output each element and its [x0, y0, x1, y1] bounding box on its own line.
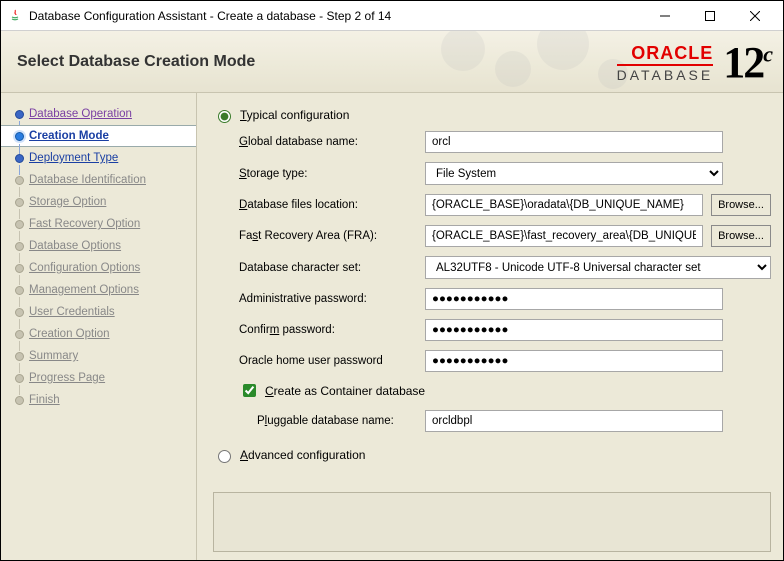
admin-pw-input[interactable]: [425, 288, 723, 310]
wizard-header: Select Database Creation Mode ORACLE DAT…: [1, 31, 783, 93]
gears-decoration: [423, 31, 643, 93]
fra-label: Fast Recovery Area (FRA):: [239, 230, 417, 242]
close-button[interactable]: [732, 2, 777, 30]
charset-label: Database character set:: [239, 262, 417, 274]
step-summary: Summary: [1, 345, 196, 367]
typical-form: Global database name: Storage type: File…: [239, 131, 771, 441]
content-pane: Typical configuration Global database na…: [197, 93, 783, 560]
step-finish: Finish: [1, 389, 196, 411]
step-fast-recovery-option: Fast Recovery Option: [1, 213, 196, 235]
typical-label: Typical configuration: [240, 108, 349, 122]
step-sidebar: Database OperationCreation ModeDeploymen…: [1, 93, 197, 560]
window-controls: [642, 2, 777, 30]
step-database-options: Database Options: [1, 235, 196, 257]
page-title: Select Database Creation Mode: [17, 53, 255, 71]
step-management-options: Management Options: [1, 279, 196, 301]
titlebar: Database Configuration Assistant - Creat…: [1, 1, 783, 31]
mode-typical-row[interactable]: Typical configuration: [213, 107, 771, 123]
step-configuration-options: Configuration Options: [1, 257, 196, 279]
step-database-identification: Database Identification: [1, 169, 196, 191]
container-checkbox[interactable]: [243, 384, 256, 397]
step-progress-page: Progress Page: [1, 367, 196, 389]
pdb-label: Pluggable database name:: [257, 415, 417, 427]
storage-type-select[interactable]: File System: [425, 162, 723, 185]
pdb-input[interactable]: [425, 410, 723, 432]
minimize-button[interactable]: [642, 2, 687, 30]
step-database-operation[interactable]: Database Operation: [1, 103, 196, 125]
container-label: Create as Container database: [265, 384, 425, 398]
advanced-radio[interactable]: [218, 450, 231, 463]
maximize-button[interactable]: [687, 2, 732, 30]
step-creation-option: Creation Option: [1, 323, 196, 345]
mode-advanced-row[interactable]: Advanced configuration: [213, 447, 771, 463]
container-checkbox-row[interactable]: Create as Container database: [239, 381, 771, 400]
brand-block: ORACLE DATABASE 12c: [617, 37, 771, 88]
charset-select[interactable]: AL32UTF8 - Unicode UTF-8 Universal chara…: [425, 256, 771, 279]
global-db-input[interactable]: [425, 131, 723, 153]
brand-oracle: ORACLE: [617, 44, 714, 62]
app-window: Database Configuration Assistant - Creat…: [0, 0, 784, 561]
step-deployment-type[interactable]: Deployment Type: [1, 147, 196, 169]
admin-pw-label: Administrative password:: [239, 293, 417, 305]
typical-radio[interactable]: [218, 110, 231, 123]
step-user-credentials: User Credentials: [1, 301, 196, 323]
window-title: Database Configuration Assistant - Creat…: [29, 9, 642, 23]
wizard-body: Database OperationCreation ModeDeploymen…: [1, 93, 783, 560]
global-db-label: Global database name:: [239, 136, 417, 148]
confirm-pw-label: Confirm password:: [239, 324, 417, 336]
storage-type-label: Storage type:: [239, 168, 417, 180]
fra-input[interactable]: [425, 225, 703, 247]
confirm-pw-input[interactable]: [425, 319, 723, 341]
message-area: [213, 492, 771, 552]
browse-fra-button[interactable]: Browse...: [711, 225, 771, 247]
browse-files-button[interactable]: Browse...: [711, 194, 771, 216]
home-pw-label: Oracle home user password: [239, 355, 417, 367]
advanced-label: Advanced configuration: [240, 448, 365, 462]
java-icon: [7, 8, 23, 24]
step-storage-option: Storage Option: [1, 191, 196, 213]
step-creation-mode[interactable]: Creation Mode: [1, 125, 197, 147]
files-location-label: Database files location:: [239, 199, 417, 211]
files-location-input[interactable]: [425, 194, 703, 216]
brand-database: DATABASE: [617, 64, 714, 82]
home-pw-input[interactable]: [425, 350, 723, 372]
version-badge: 12c: [723, 37, 771, 88]
